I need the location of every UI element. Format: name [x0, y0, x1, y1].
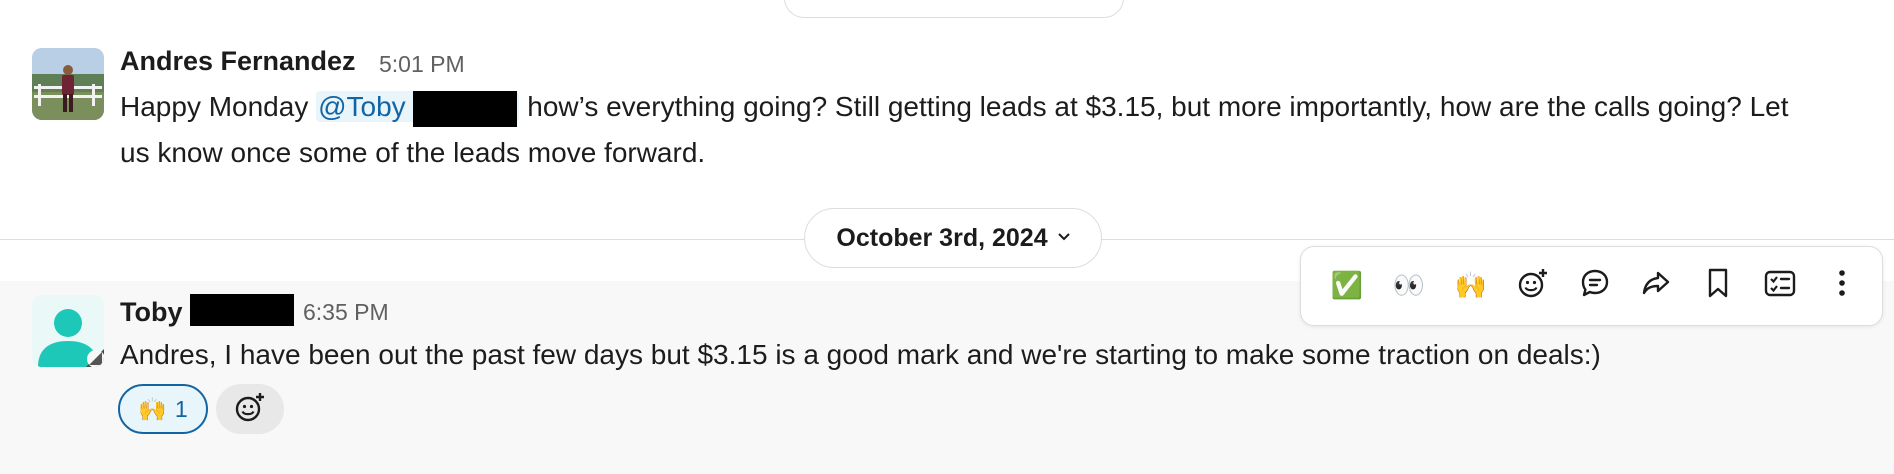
reaction-raised-hands[interactable]: 🙌 1: [118, 384, 208, 434]
mention-label[interactable]: @Toby: [318, 91, 406, 122]
message-author[interactable]: Toby: [120, 294, 295, 328]
chevron-down-icon: [1057, 228, 1070, 246]
add-to-list-button[interactable]: [1756, 262, 1804, 310]
avatar[interactable]: [32, 295, 104, 367]
reaction-count: 1: [174, 395, 188, 422]
quick-reaction-check[interactable]: ✅: [1323, 262, 1371, 310]
message-text: Happy Monday @Toby how’s everything goin…: [120, 84, 1890, 130]
thread-icon: [1579, 267, 1611, 306]
user-mention[interactable]: @Toby: [316, 90, 520, 127]
message-author[interactable]: Andres Fernandez: [120, 46, 356, 77]
message-item: Andres Fernandez 5:01 PM Happy Monday @T…: [0, 40, 1894, 180]
message-text-line2: us know once some of the leads move forw…: [120, 137, 706, 168]
reply-in-thread-button[interactable]: [1571, 262, 1619, 310]
list-check-icon: [1763, 267, 1797, 306]
message-actions-toolbar: ✅ 👀 🙌: [1300, 246, 1883, 326]
date-divider-pill-previous[interactable]: [784, 0, 1124, 18]
add-reaction-button[interactable]: [216, 384, 284, 434]
message-text-prefix: Happy Monday: [120, 91, 317, 122]
message-text: Andres, I have been out the past few day…: [120, 339, 1601, 370]
message-timestamp[interactable]: 6:35 PM: [303, 299, 389, 326]
author-name[interactable]: Toby: [120, 297, 183, 327]
more-vertical-icon: [1837, 267, 1847, 306]
quick-reaction-raised-hands[interactable]: 🙌: [1447, 262, 1495, 310]
add-reaction-icon: [1516, 266, 1550, 307]
add-reaction-icon: [233, 390, 267, 429]
raised-hands-emoji: 🙌: [138, 396, 167, 423]
more-actions-button[interactable]: [1818, 262, 1866, 310]
forward-icon: [1640, 267, 1672, 306]
save-for-later-button[interactable]: [1694, 262, 1742, 310]
date-divider-pill[interactable]: October 3rd, 2024: [804, 208, 1102, 268]
date-label: October 3rd, 2024: [836, 223, 1048, 252]
bookmark-icon: [1704, 267, 1732, 306]
add-reaction-button[interactable]: [1509, 262, 1557, 310]
reactions-bar: 🙌 1: [118, 384, 284, 434]
message-timestamp[interactable]: 5:01 PM: [379, 51, 465, 78]
quick-reaction-eyes[interactable]: 👀: [1385, 262, 1433, 310]
redacted-block: [413, 90, 518, 127]
redacted-block: [190, 294, 295, 326]
message-text-line1: how’s everything going? Still getting le…: [519, 91, 1789, 122]
forward-message-button[interactable]: [1632, 262, 1680, 310]
avatar[interactable]: [32, 48, 104, 120]
